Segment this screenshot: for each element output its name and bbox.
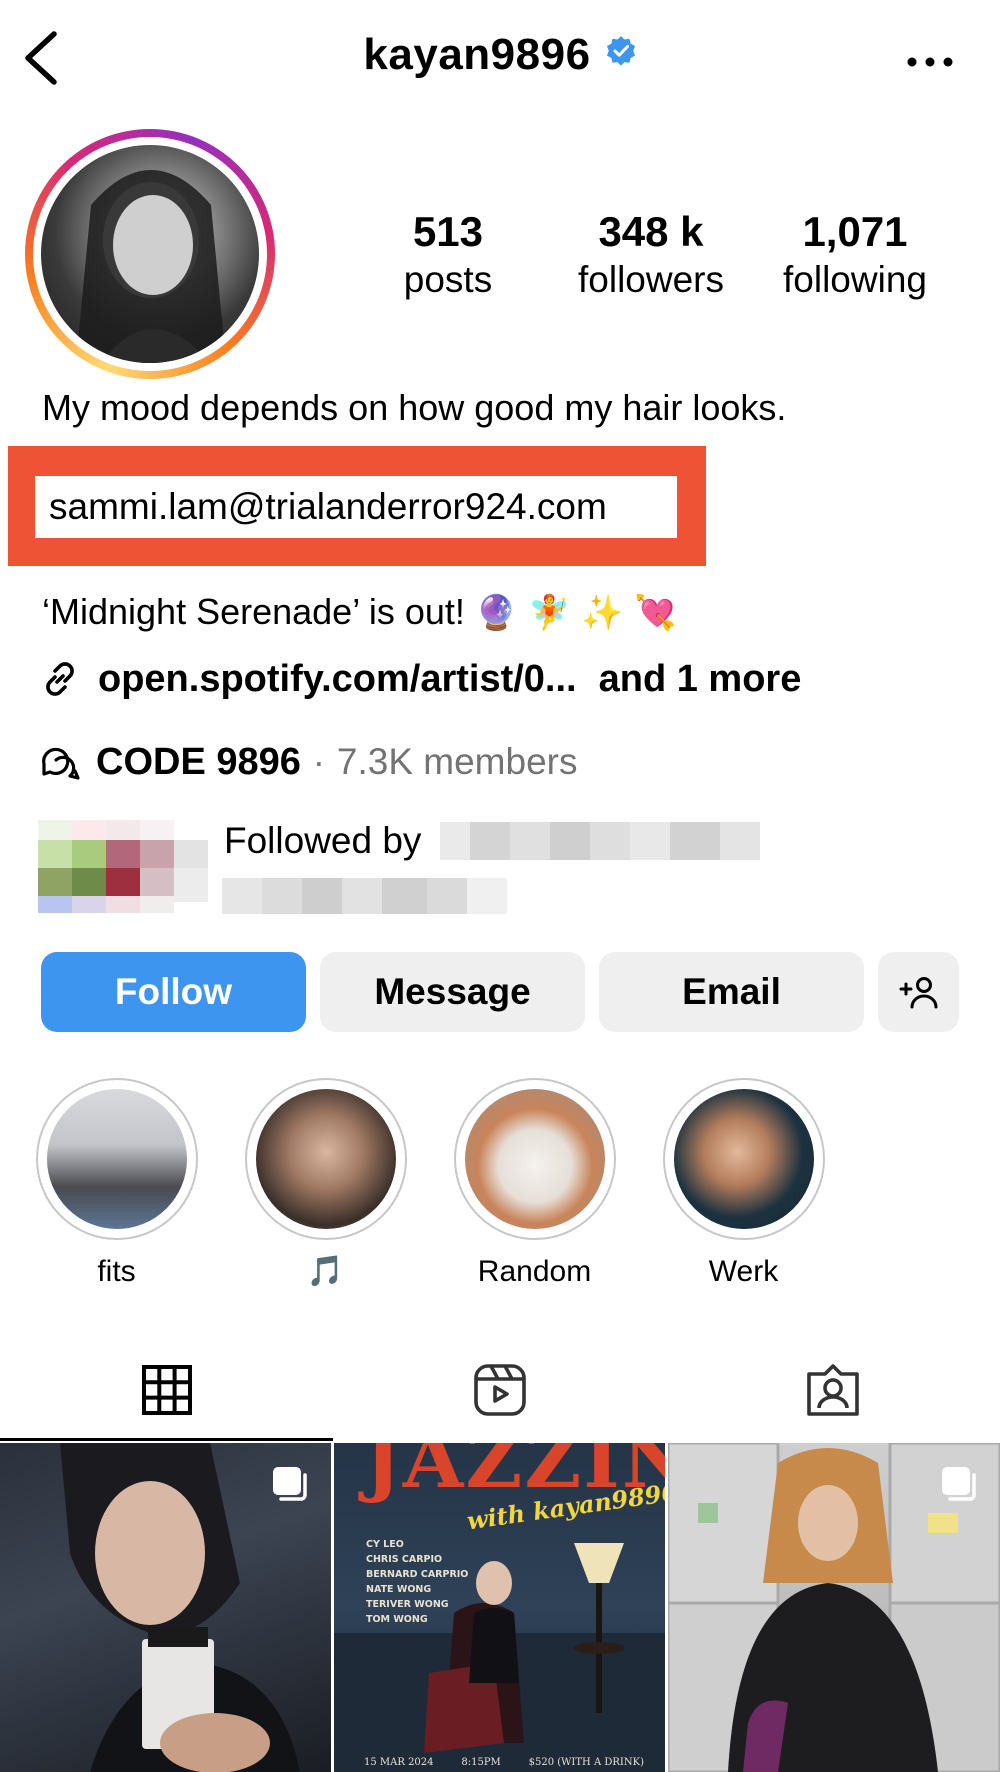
stat-posts[interactable]: 513 posts — [388, 208, 508, 304]
bio-link-row[interactable]: open.spotify.com/artist/0... and 1 more — [40, 654, 801, 704]
poster-lineup-name: CHRIS CARPIO — [366, 1554, 443, 1565]
highlight-cover — [255, 1089, 396, 1229]
mutual-followers-avatars[interactable] — [38, 820, 213, 915]
link-icon — [46, 662, 74, 696]
poster-footer: 15 MAR 2024 8:15PM $520 (WITH A DRINK) — [364, 1757, 644, 1768]
add-person-icon — [899, 977, 937, 1009]
active-tab-indicator — [0, 1438, 333, 1441]
highlight-cover — [464, 1089, 605, 1229]
bio-single-announcement: ‘Midnight Serenade’ is out! 🔮 🧚 ✨ 💘 — [42, 590, 677, 635]
bio-single-text: ‘Midnight Serenade’ is out! — [42, 591, 465, 632]
email-button[interactable]: Email — [599, 952, 864, 1032]
highlight-music[interactable]: 🎵 — [243, 1078, 408, 1290]
grid-icon — [141, 1365, 192, 1415]
stat-following-count: 1,071 — [802, 208, 908, 255]
broadcast-channel-row[interactable]: CODE 9896 · 7.3K members — [40, 737, 577, 787]
bio-link[interactable]: open.spotify.com/artist/0... — [98, 658, 577, 701]
follow-button[interactable]: Follow — [41, 952, 306, 1032]
profile-username: kayan9896 — [363, 30, 591, 79]
poster-date: 15 MAR 2024 — [364, 1757, 434, 1768]
more-options-button[interactable] — [900, 38, 960, 78]
profile-header: kayan9896 — [0, 0, 1000, 120]
poster-lineup: CY LEO CHRIS CARPIO BERNARD CARPRIO NATE… — [366, 1537, 468, 1627]
more-horizontal-icon — [907, 57, 953, 67]
highlight-label: Werk — [708, 1255, 779, 1288]
stat-followers-label: followers — [578, 259, 724, 300]
highlight-fits[interactable]: fits — [34, 1078, 199, 1290]
poster-time: 8:15PM — [461, 1757, 501, 1768]
channel-members: 7.3K members — [336, 741, 578, 782]
highlight-cover — [46, 1089, 187, 1229]
grid-post[interactable]: JAZZIN' with kayan9896! CY LEO CHRIS CAR… — [334, 1443, 665, 1772]
stat-following[interactable]: 1,071 following — [770, 208, 940, 304]
poster-lineup-name: NATE WONG — [366, 1584, 432, 1595]
bio-link-more[interactable]: and 1 more — [599, 658, 802, 701]
profile-avatar[interactable] — [25, 129, 275, 379]
bio-text: My mood depends on how good my hair look… — [42, 387, 787, 428]
multiple-photos-icon — [942, 1467, 976, 1501]
reels-icon — [473, 1364, 526, 1416]
highlight-label: fits — [97, 1255, 136, 1288]
stat-following-label: following — [783, 259, 927, 300]
highlight-werk[interactable]: Werk — [661, 1078, 826, 1290]
poster-lineup-name: TOM WONG — [366, 1614, 428, 1625]
profile-username-row: kayan9896 — [0, 30, 1000, 82]
verified-badge-icon — [605, 28, 637, 78]
bio-emojis: 🔮 🧚 ✨ 💘 — [474, 593, 677, 633]
suggested-users-button[interactable] — [878, 952, 959, 1032]
message-button[interactable]: Message — [320, 952, 585, 1032]
tab-posts-grid[interactable] — [0, 1340, 333, 1440]
poster-lineup-name: TERIVER WONG — [366, 1599, 449, 1610]
channel-separator: · — [312, 741, 325, 782]
tab-reels[interactable] — [333, 1340, 666, 1440]
multiple-photos-icon — [273, 1467, 307, 1501]
highlight-random[interactable]: Random — [452, 1078, 617, 1290]
channel-icon — [42, 747, 80, 780]
posts-grid: JAZZIN' with kayan9896! CY LEO CHRIS CAR… — [0, 1443, 1000, 1772]
followed-by-text[interactable]: Followed by — [224, 818, 421, 864]
stat-followers[interactable]: 348 k followers — [565, 208, 737, 304]
poster-lineup-name: CY LEO — [366, 1539, 404, 1550]
grid-post[interactable] — [0, 1443, 331, 1772]
poster-lineup-name: BERNARD CARPRIO — [366, 1569, 469, 1580]
bio-email[interactable]: sammi.lam@trialanderror924.com — [49, 484, 607, 530]
poster-price: $520 (WITH A DRINK) — [528, 1757, 644, 1768]
stat-followers-count: 348 k — [598, 208, 704, 255]
followed-by-names-redacted — [440, 822, 760, 860]
highlight-cover — [673, 1089, 814, 1229]
tagged-person-icon — [806, 1364, 859, 1416]
grid-post[interactable] — [668, 1443, 1000, 1772]
profile-tabs — [0, 1340, 1000, 1442]
email-highlight-box: sammi.lam@trialanderror924.com — [8, 446, 706, 566]
tab-tagged[interactable] — [666, 1340, 999, 1440]
channel-name[interactable]: CODE 9896 — [96, 741, 301, 784]
stat-posts-count: 513 — [412, 208, 484, 255]
followed-by-names-redacted-line2 — [222, 878, 507, 914]
highlight-label: Random — [477, 1255, 592, 1288]
highlight-label: 🎵 — [306, 1254, 345, 1289]
avatar-photo — [41, 145, 259, 363]
stat-posts-label: posts — [403, 259, 493, 300]
